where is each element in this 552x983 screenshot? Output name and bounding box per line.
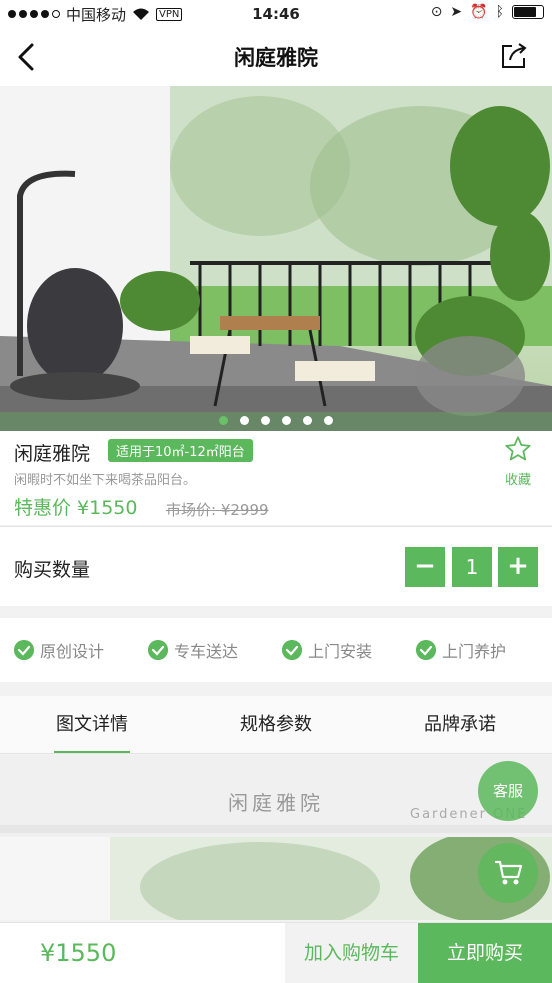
check-circle-icon	[416, 640, 436, 660]
tab-specifications[interactable]: 规格参数	[184, 696, 368, 753]
check-circle-icon	[148, 640, 168, 660]
product-name: 闲庭雅院	[14, 443, 91, 465]
star-icon	[505, 436, 531, 461]
lock-rotation-icon: ⊙	[430, 4, 443, 20]
product-subtitle: 闲暇时不如坐下来喝茶品阳台。	[14, 473, 197, 488]
location-icon: ➤	[450, 4, 463, 20]
pager-dot[interactable]	[261, 416, 270, 425]
decrease-quantity-button[interactable]: −	[405, 547, 445, 587]
product-info: 闲庭雅院 适用于10㎡-12㎡阳台 闲暇时不如坐下来喝茶品阳台。 特惠价 ¥15…	[0, 431, 552, 525]
check-circle-icon	[282, 640, 302, 660]
status-bar: 中国移动 VPN 14:46 ⊙ ➤ ⏰ ᛒ	[0, 0, 552, 28]
cart-icon	[495, 860, 523, 885]
detail-photo	[0, 837, 552, 920]
feature-item: 上门养护	[416, 638, 536, 662]
pager-dot[interactable]	[324, 416, 333, 425]
feature-item: 原创设计	[14, 638, 134, 662]
cart-button[interactable]	[478, 843, 538, 903]
favorite-button[interactable]: 收藏	[500, 435, 536, 488]
total-price: ¥1550	[40, 939, 117, 967]
favorite-label: 收藏	[504, 473, 531, 488]
carousel-pager	[0, 416, 552, 425]
service-features: 原创设计 专车送达 上门安装 上门养护	[0, 618, 552, 682]
pager-dot[interactable]	[219, 416, 228, 425]
divider	[0, 825, 552, 833]
feature-label: 上门安装	[308, 642, 373, 661]
detail-tabs: 图文详情 规格参数 品牌承诺	[0, 696, 552, 754]
quantity-row: 购买数量 − 1 +	[0, 526, 552, 606]
quantity-label: 购买数量	[14, 559, 91, 581]
battery-icon	[512, 5, 544, 19]
tab-image-text-details[interactable]: 图文详情	[0, 696, 184, 753]
nav-bar: 闲庭雅院	[0, 28, 552, 86]
share-icon[interactable]	[500, 42, 528, 70]
increase-quantity-button[interactable]: +	[498, 547, 538, 587]
tab-brand-promise[interactable]: 品牌承诺	[368, 696, 552, 753]
product-photo	[0, 86, 552, 431]
pager-dot[interactable]	[240, 416, 249, 425]
buy-now-button[interactable]: 立即购买	[418, 923, 552, 983]
feature-label: 上门养护	[442, 642, 507, 661]
pager-dot[interactable]	[282, 416, 291, 425]
area-tag: 适用于10㎡-12㎡阳台	[108, 439, 253, 462]
pager-dot[interactable]	[303, 416, 312, 425]
feature-label: 专车送达	[174, 642, 239, 661]
page-title: 闲庭雅院	[234, 46, 318, 70]
add-to-cart-button[interactable]: 加入购物车	[285, 923, 418, 983]
detail-content: 闲庭雅院 Gardener ONE	[0, 755, 552, 920]
chevron-left-icon[interactable]	[14, 42, 40, 72]
special-price: 特惠价 ¥1550	[14, 497, 138, 519]
alarm-icon: ⏰	[470, 4, 488, 20]
bottom-action-bar: ¥1550 加入购物车 立即购买	[0, 922, 552, 983]
product-image-carousel[interactable]	[0, 86, 552, 431]
market-price: 市场价: ¥2999	[166, 501, 269, 519]
feature-label: 原创设计	[40, 642, 105, 661]
customer-service-button[interactable]: 客服	[478, 761, 538, 821]
check-circle-icon	[14, 640, 34, 660]
feature-item: 上门安装	[282, 638, 402, 662]
feature-item: 专车送达	[148, 638, 268, 662]
quantity-value[interactable]: 1	[452, 547, 492, 587]
bluetooth-icon: ᛒ	[495, 4, 504, 20]
